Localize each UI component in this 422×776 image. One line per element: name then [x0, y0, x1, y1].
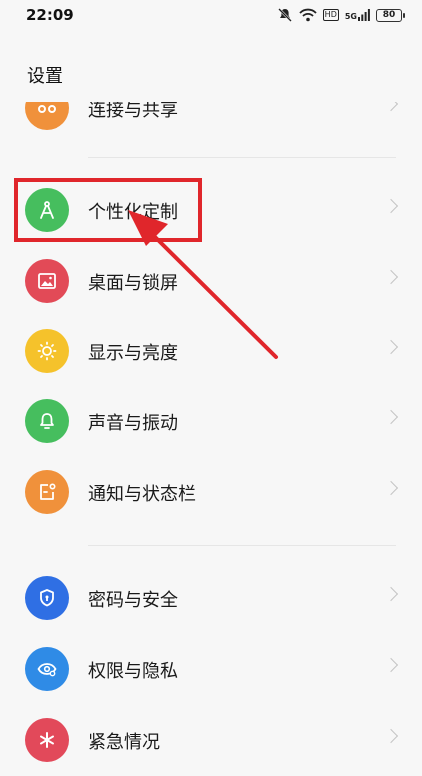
eye-icon: [25, 647, 69, 691]
chevron-right-icon: [383, 480, 399, 496]
settings-item-sound-vibration[interactable]: 声音与振动: [0, 387, 422, 457]
image-icon: [25, 259, 69, 303]
settings-item-label: 紧急情况: [88, 732, 160, 753]
settings-item-desktop-lockscreen[interactable]: 桌面与锁屏: [0, 247, 422, 317]
signal-icon: [358, 9, 370, 21]
chevron-right-icon: [383, 657, 399, 673]
notification-icon: [25, 470, 69, 514]
wifi-icon: [299, 8, 317, 22]
settings-item-permissions-privacy[interactable]: 权限与隐私: [0, 635, 422, 705]
group-divider: [88, 157, 396, 158]
bell-icon: [25, 399, 69, 443]
chevron-right-icon: [383, 409, 399, 425]
settings-item-label: 桌面与锁屏: [88, 273, 178, 294]
settings-item-label: 通知与状态栏: [88, 484, 196, 505]
chevron-right-icon: [383, 198, 399, 214]
status-bar: 22:09 HD 5G 80: [0, 0, 422, 30]
annotation-highlight-box: [14, 178, 202, 242]
settings-item-display-brightness[interactable]: 显示与亮度: [0, 317, 422, 387]
chevron-right-icon: [383, 339, 399, 355]
settings-item-label: 权限与隐私: [88, 661, 178, 682]
battery-icon: 80: [376, 8, 405, 22]
status-time: 22:09: [26, 6, 74, 24]
settings-item-notification-statusbar[interactable]: 通知与状态栏: [0, 458, 422, 528]
settings-item-label: 密码与安全: [88, 590, 178, 611]
chevron-right-icon: [383, 728, 399, 744]
settings-item-password-security[interactable]: 密码与安全: [0, 564, 422, 634]
chevron-right-icon: [383, 586, 399, 602]
page-title: 设置: [27, 66, 63, 87]
chevron-right-icon: [383, 269, 399, 285]
sun-icon: [25, 329, 69, 373]
network-badge: 5G: [345, 9, 370, 21]
status-icons: HD 5G 80: [277, 5, 405, 25]
hd-badge: HD: [322, 9, 339, 21]
mute-icon: [277, 8, 292, 22]
settings-item-label: 显示与亮度: [88, 343, 178, 364]
group-divider: [88, 545, 396, 546]
settings-item-label: 声音与振动: [88, 413, 178, 434]
settings-item-emergency[interactable]: 紧急情况: [0, 706, 422, 776]
header-backdrop: [0, 30, 422, 102]
shield-icon: [25, 576, 69, 620]
asterisk-icon: [25, 718, 69, 762]
